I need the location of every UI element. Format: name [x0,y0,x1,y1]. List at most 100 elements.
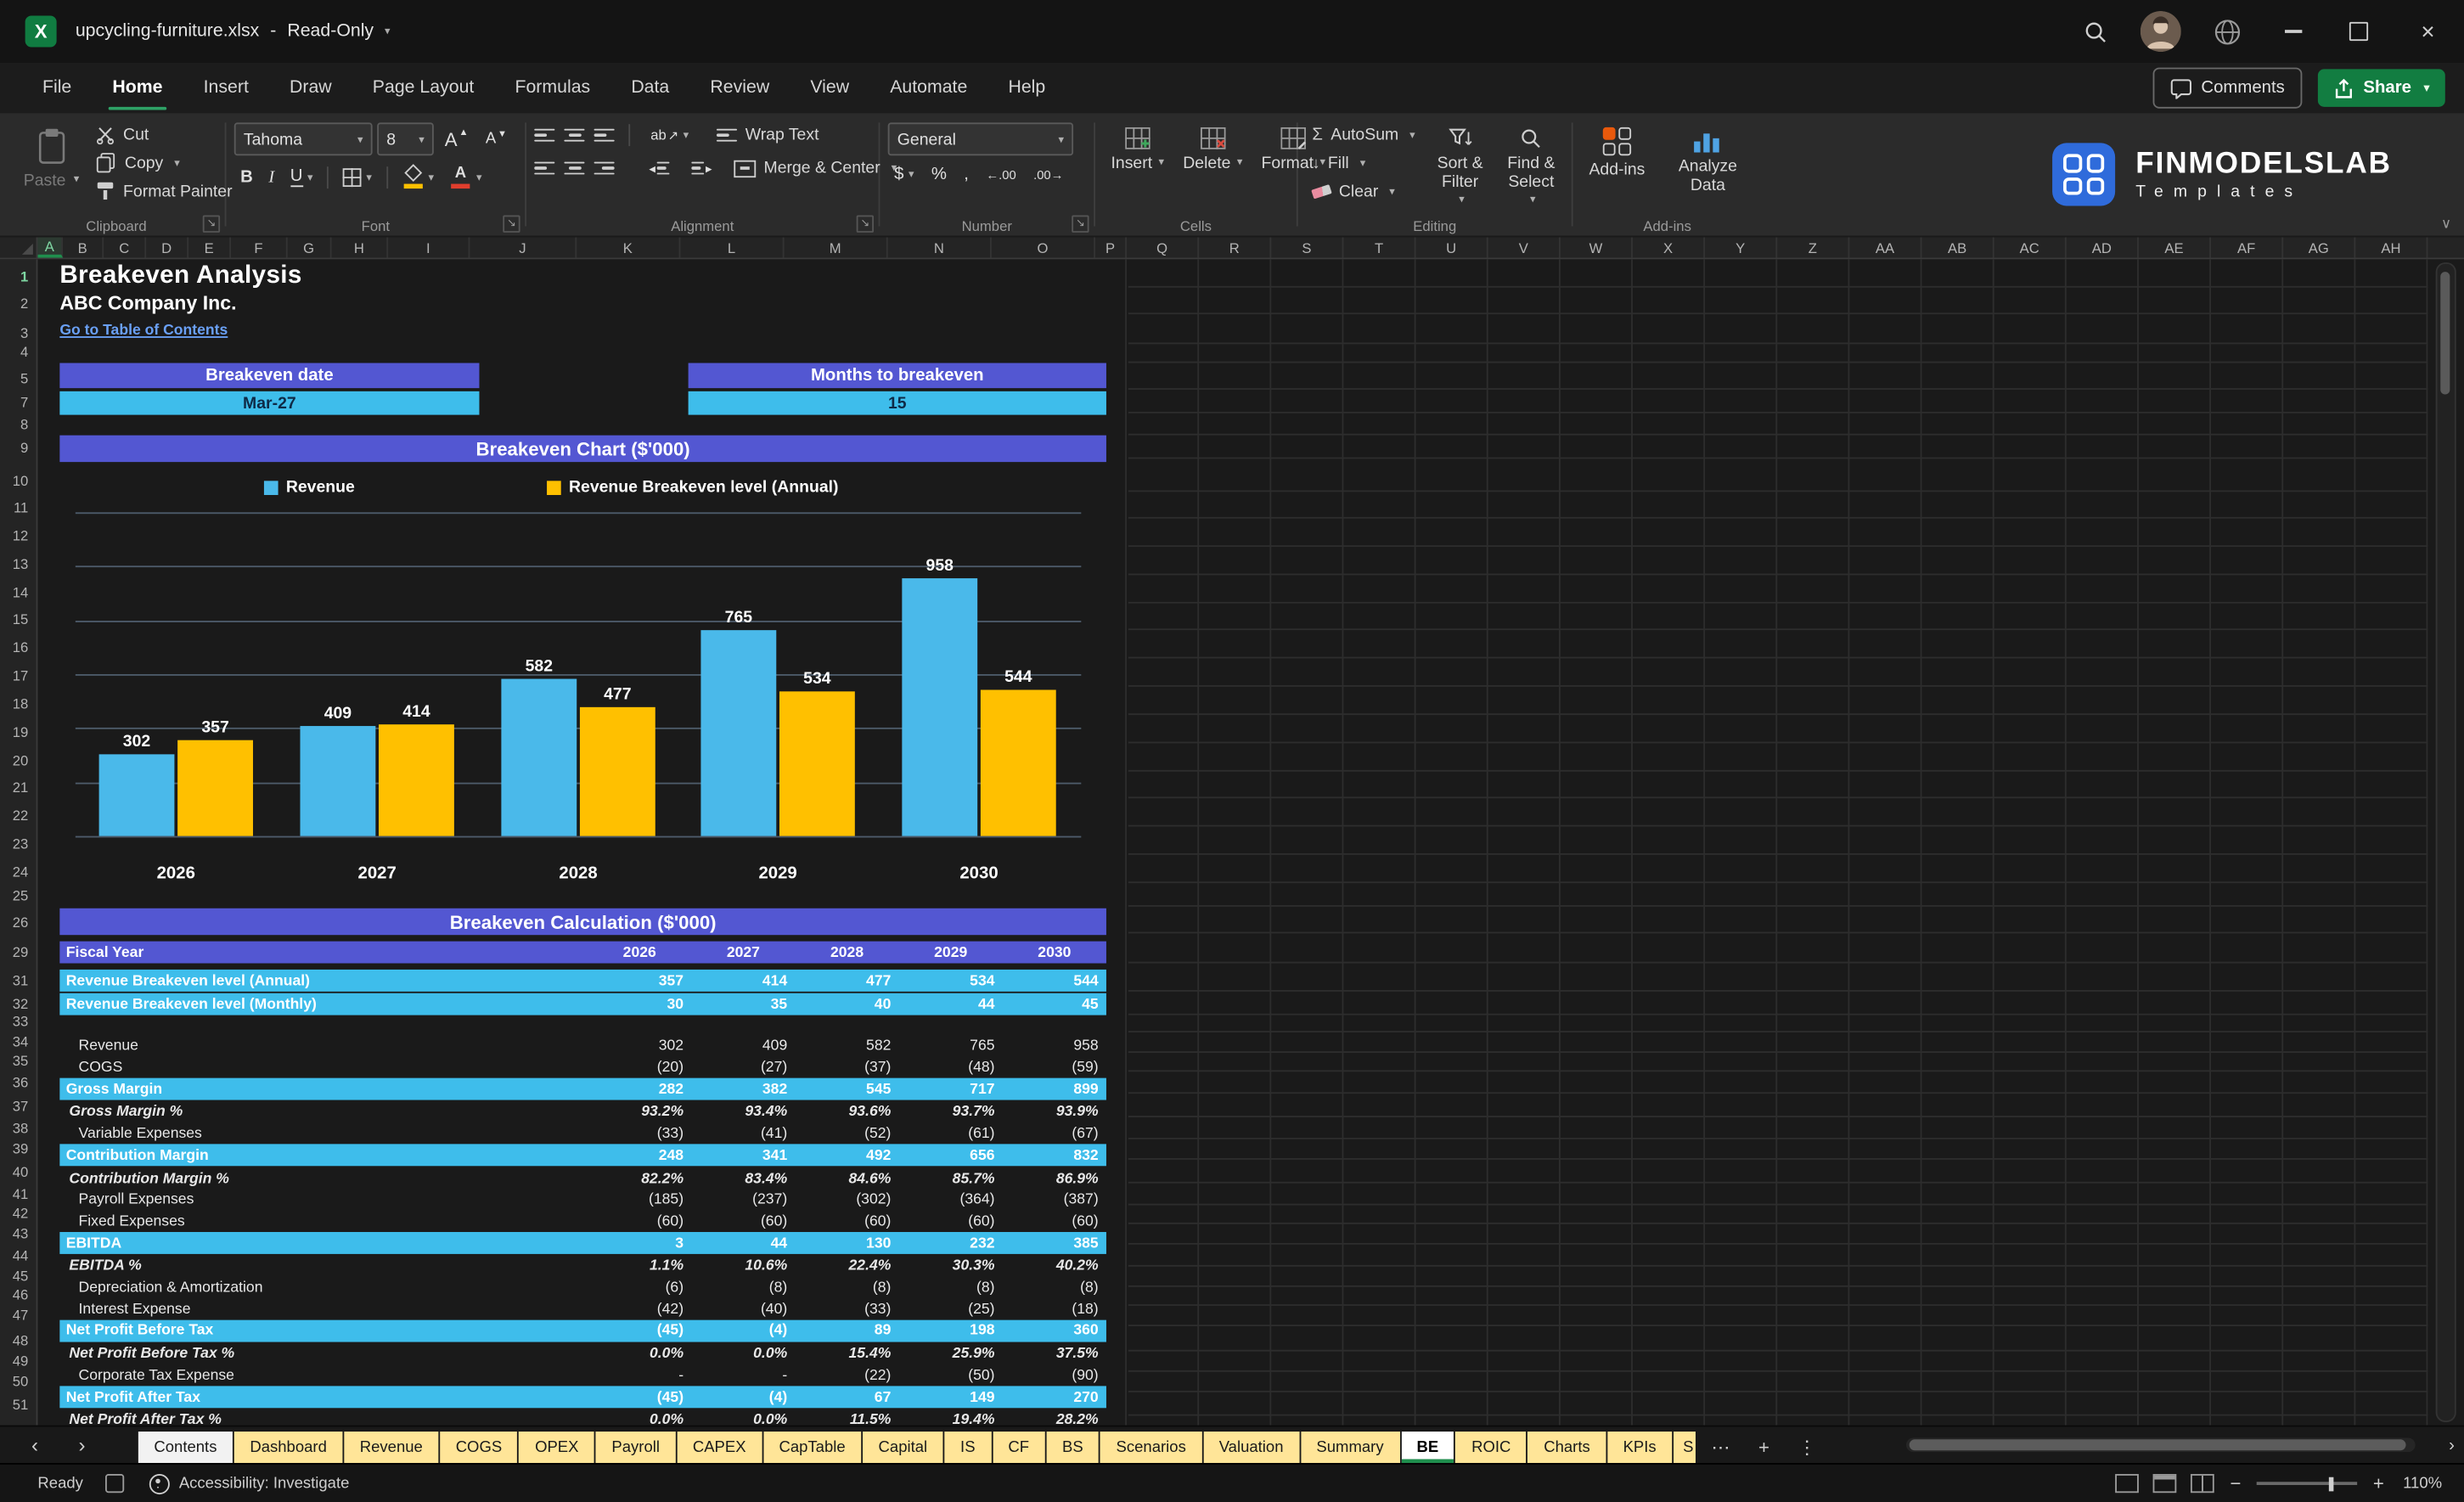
column-header-af[interactable]: AF [2211,237,2284,258]
row-header-46[interactable]: 46 [13,1285,29,1304]
row-header-24[interactable]: 24 [13,863,29,881]
sheet-tab-cf[interactable]: CF [992,1432,1045,1464]
row-header-3[interactable]: 3 [20,323,28,342]
decrease-decimal-button[interactable]: .00→ [1027,164,1070,184]
row-header-12[interactable]: 12 [13,526,29,545]
row-header-45[interactable]: 45 [13,1267,29,1285]
row-header-33[interactable]: 33 [13,1012,29,1031]
row-header-18[interactable]: 18 [13,695,29,713]
comma-style-button[interactable]: , [958,162,975,188]
share-button[interactable]: Share ▾ [2317,69,2445,107]
sheet-tab-captable[interactable]: CapTable [762,1432,862,1464]
sheet-tab-capex[interactable]: CAPEX [677,1432,762,1464]
decrease-font-size-button[interactable]: A ▼ [479,127,513,151]
dialog-launcher-icon[interactable]: ↘ [503,215,520,233]
menu-tab-draw[interactable]: Draw [269,63,352,113]
sheet-options-button[interactable]: ⋮ [1784,1432,1831,1463]
zoom-level[interactable]: 110% [2403,1475,2442,1492]
column-header-i[interactable]: I [388,237,470,258]
borders-button[interactable]: ▾ [336,164,378,189]
font-size-select[interactable]: 8 ▾ [377,122,434,156]
menu-tab-formulas[interactable]: Formulas [494,63,610,113]
column-header-ae[interactable]: AE [2139,237,2212,258]
comments-button[interactable]: Comments [2152,67,2303,109]
column-header-b[interactable]: B [63,237,104,258]
column-header-q[interactable]: Q [1127,237,1200,258]
menu-tab-view[interactable]: View [790,63,869,113]
row-header-16[interactable]: 16 [13,638,29,656]
wrap-text-button[interactable]: Wrap Text [711,122,825,148]
column-header-t[interactable]: T [1343,237,1416,258]
row-header-13[interactable]: 13 [13,554,29,573]
sheet-tab-scenarios[interactable]: Scenarios [1100,1432,1202,1464]
maximize-button[interactable] [2326,0,2392,63]
row-header-35[interactable]: 35 [13,1051,29,1070]
row-header-10[interactable]: 10 [13,471,29,490]
dialog-launcher-icon[interactable]: ↘ [856,215,875,233]
sheet-tab-contents[interactable]: Contents [138,1432,233,1464]
decrease-indent-button[interactable]: ◂ [643,158,676,178]
globe-icon[interactable] [2194,0,2260,63]
row-header-26[interactable]: 26 [13,913,29,931]
align-right-icon[interactable] [593,161,615,175]
column-header-ac[interactable]: AC [1994,237,2067,258]
sheet-nav-left-icon[interactable]: ‹ [22,1426,48,1463]
row-header-47[interactable]: 47 [13,1306,29,1325]
sheet-tab-capital[interactable]: Capital [863,1432,943,1464]
row-header-11[interactable]: 11 [14,498,28,517]
sheet-nav-right-icon[interactable]: › [69,1426,94,1463]
row-header-37[interactable]: 37 [13,1097,29,1116]
menu-tab-insert[interactable]: Insert [183,63,269,113]
copy-button[interactable]: Copy ▾ [90,149,239,176]
align-top-icon[interactable] [534,128,555,143]
sheet-tab-be[interactable]: BE [1400,1432,1454,1464]
accounting-format-button[interactable]: $ ▾ [888,162,920,188]
percent-style-button[interactable]: % [925,162,953,188]
close-button[interactable]: × [2392,0,2464,63]
collapse-ribbon-icon[interactable]: ∨ [2441,216,2451,233]
zoom-slider-thumb[interactable] [2329,1476,2334,1491]
row-header-40[interactable]: 40 [13,1163,29,1182]
insert-cells-button[interactable]: Insert ▾ [1103,122,1172,177]
row-header-32[interactable]: 32 [13,995,29,1014]
column-header-m[interactable]: M [785,237,888,258]
column-header-h[interactable]: H [332,237,389,258]
column-header-s[interactable]: S [1271,237,1344,258]
horizontal-scrollbar[interactable] [1905,1437,2416,1453]
column-header-o[interactable]: O [992,237,1095,258]
zoom-slider[interactable] [2256,1476,2358,1491]
column-header-l[interactable]: L [680,237,785,258]
row-header-22[interactable]: 22 [13,806,29,824]
row-header-4[interactable]: 4 [20,342,28,361]
fill-color-button[interactable]: ▾ [396,162,441,192]
column-header-g[interactable]: G [288,237,332,258]
column-header-f[interactable]: F [231,237,288,258]
column-header-c[interactable]: C [104,237,147,258]
row-header-36[interactable]: 36 [13,1073,29,1092]
column-header-aa[interactable]: AA [1849,237,1922,258]
sheet-tab-s[interactable]: S [1674,1432,1696,1464]
sheet-tab-valuation[interactable]: Valuation [1203,1432,1300,1464]
page-layout-view-button[interactable] [2152,1474,2177,1494]
italic-button[interactable]: I [262,164,281,189]
row-header-29[interactable]: 29 [13,942,29,961]
row-header-49[interactable]: 49 [13,1352,29,1370]
column-header-ad[interactable]: AD [2067,237,2139,258]
search-icon[interactable] [2062,0,2128,63]
orientation-button[interactable]: ab ↗ ▾ [644,124,695,146]
row-header-50[interactable]: 50 [13,1372,29,1391]
sheet-tab-dashboard[interactable]: Dashboard [233,1432,343,1464]
sheet-tab-roic[interactable]: ROIC [1455,1432,1527,1464]
more-sheets-button[interactable]: ⋯ [1697,1432,1745,1463]
horizontal-scrollbar-thumb[interactable] [1909,1439,2406,1451]
select-all-corner[interactable] [0,237,38,258]
sheet-tab-is[interactable]: IS [944,1432,992,1464]
row-header-1[interactable]: 1 [20,267,28,286]
addins-button[interactable]: Add-ins [1581,122,1652,183]
menu-tab-help[interactable]: Help [987,63,1066,113]
workbook-title[interactable]: upcycling-furniture.xlsx - Read-Only ▾ [76,22,391,41]
sheet-tab-charts[interactable]: Charts [1527,1432,1606,1464]
sheet-tab-opex[interactable]: OPEX [519,1432,595,1464]
autosum-button[interactable]: Σ AutoSum ▾ [1306,122,1421,148]
row-header-8[interactable]: 8 [20,415,28,434]
